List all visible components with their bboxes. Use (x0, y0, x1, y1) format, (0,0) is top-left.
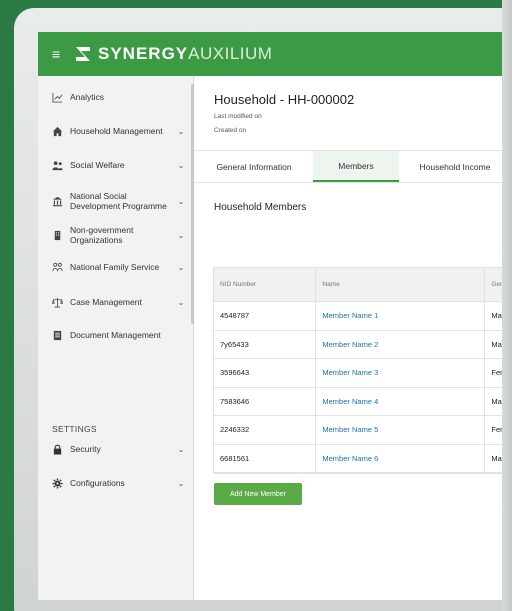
table-row[interactable]: 2246332 Member Name 5 Fem (214, 416, 512, 445)
member-name-link[interactable]: Member Name 5 (316, 416, 486, 444)
sidebar-item-label: Social Welfare (70, 160, 125, 170)
sidebar-item-label: Household Management (70, 126, 163, 136)
chevron-down-icon: ⌄ (177, 297, 185, 307)
building-icon (50, 229, 64, 241)
tab-members[interactable]: Members (313, 151, 399, 182)
table-row[interactable]: 6681561 Member Name 6 Male (214, 444, 512, 473)
sidebar-item-label: Configurations (70, 478, 125, 488)
last-modified-text: Last modified on (214, 113, 262, 120)
app-screen: ≡ SYNERGY AUXILIUM Analytics Household M… (38, 32, 512, 600)
device-frame-edge (502, 0, 512, 611)
sidebar-item-label: Security (70, 444, 101, 454)
member-name-link[interactable]: Member Name 4 (316, 387, 486, 415)
sidebar-item-social-welfare[interactable]: Social Welfare ⌄ (50, 159, 186, 171)
member-name-link[interactable]: Member Name 2 (316, 330, 486, 358)
nid-cell: 4548787 (214, 302, 317, 330)
member-name-link[interactable]: Member Name 6 (316, 444, 486, 472)
gear-icon (50, 477, 64, 489)
sidebar-item-label: Document Management (70, 330, 161, 340)
sidebar-item-label: National Social Development Programme (70, 191, 167, 211)
sidebar-scrollbar[interactable] (191, 84, 194, 324)
sidebar-item-security[interactable]: Security ⌄ (50, 443, 186, 455)
home-icon (50, 125, 64, 137)
brand-secondary: AUXILIUM (188, 44, 273, 63)
tab-bar: General Information Members Household In… (195, 150, 512, 183)
sidebar-item-label: Non-government Organizations (70, 225, 134, 245)
chart-icon (50, 91, 64, 103)
sidebar-item-label: Analytics (70, 92, 105, 102)
add-new-member-button[interactable]: Add New Member (214, 483, 302, 505)
sidebar-item-national-social-development[interactable]: National Social Development Programme ⌄ (50, 191, 186, 211)
table-row[interactable]: 7y65433 Member Name 2 Male (214, 330, 512, 359)
chevron-down-icon: ⌄ (177, 444, 185, 454)
chevron-down-icon: ⌄ (177, 230, 185, 240)
table-header-row: NID Number Name Gend (214, 268, 512, 302)
sidebar-item-case-management[interactable]: Case Management ⌄ (50, 296, 186, 308)
nid-cell: 6681561 (214, 444, 317, 472)
chevron-down-icon: ⌄ (177, 196, 185, 206)
tab-general-information[interactable]: General Information (195, 151, 313, 182)
main-content: Household - HH-000002 Last modified on C… (195, 76, 512, 600)
section-title: Household Members (214, 202, 307, 213)
sidebar: Analytics Household Management ⌄ Social … (38, 76, 194, 600)
sidebar-item-household-management[interactable]: Household Management ⌄ (50, 125, 186, 137)
chevron-down-icon: ⌄ (177, 262, 185, 272)
nid-cell: 2246332 (214, 416, 317, 444)
sidebar-item-label: National Family Service (70, 262, 160, 272)
menu-icon[interactable]: ≡ (52, 46, 74, 62)
page-title: Household - HH-000002 (214, 92, 355, 107)
nid-cell: 3596643 (214, 359, 317, 387)
nid-cell: 7y65433 (214, 330, 317, 358)
column-header[interactable]: Name (316, 268, 486, 301)
sidebar-item-analytics[interactable]: Analytics (50, 91, 186, 103)
scale-icon (50, 296, 64, 308)
sidebar-item-configurations[interactable]: Configurations ⌄ (50, 477, 186, 489)
chevron-down-icon: ⌄ (177, 126, 185, 136)
sidebar-item-label: Case Management (70, 297, 142, 307)
sidebar-item-document-management[interactable]: Document Management (50, 329, 186, 341)
chevron-down-icon: ⌄ (177, 160, 185, 170)
document-icon (50, 329, 64, 341)
table-row[interactable]: 7583646 Member Name 4 Male (214, 387, 512, 416)
sidebar-item-ngo[interactable]: Non-government Organizations ⌄ (50, 225, 186, 245)
column-header[interactable]: NID Number (214, 268, 317, 301)
people-icon (50, 159, 64, 171)
created-text: Created on (214, 127, 247, 134)
lock-icon (50, 443, 64, 455)
sidebar-item-national-family-service[interactable]: National Family Service ⌄ (50, 261, 186, 273)
brand-primary: SYNERGY (98, 44, 189, 63)
table-row[interactable]: 4548787 Member Name 1 Male (214, 302, 512, 331)
family-icon (50, 261, 64, 273)
bank-icon (50, 195, 64, 207)
member-name-link[interactable]: Member Name 3 (316, 359, 486, 387)
chevron-down-icon: ⌄ (177, 478, 185, 488)
table-row[interactable]: 3596643 Member Name 3 Fem (214, 359, 512, 388)
top-bar: ≡ SYNERGY AUXILIUM (38, 32, 512, 76)
nid-cell: 7583646 (214, 387, 317, 415)
members-table: NID Number Name Gend 4548787 Member Name… (213, 267, 512, 474)
tab-household-income[interactable]: Household Income (399, 151, 511, 182)
logo-icon (74, 45, 92, 63)
settings-heading: SETTINGS (52, 424, 97, 434)
member-name-link[interactable]: Member Name 1 (316, 302, 486, 330)
